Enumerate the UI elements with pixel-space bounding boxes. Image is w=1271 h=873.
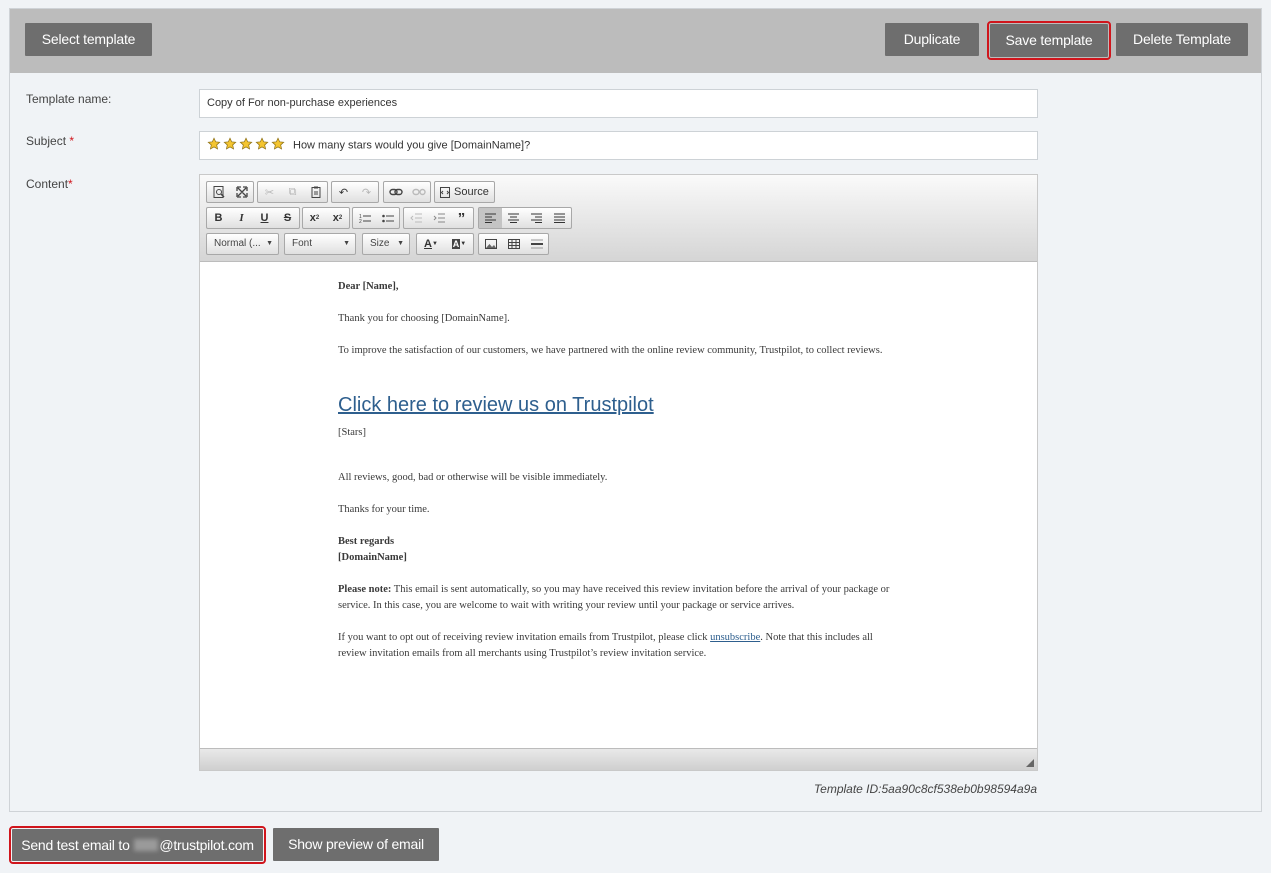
template-id: Template ID:5aa90c8cf538eb0b98594a9a xyxy=(813,782,1037,796)
toolbar-group-colors: A ▼ A ▼ xyxy=(416,233,474,255)
format-select[interactable]: Normal (... ▼ xyxy=(206,233,279,255)
thanks-time-line: Thanks for your time. xyxy=(338,504,430,515)
subscript-icon[interactable]: x2 xyxy=(303,208,326,228)
redacted-email xyxy=(134,839,159,851)
toolbar-group-source: Source xyxy=(434,181,495,203)
toolbar-group-clipboard: ✂ ⧉ xyxy=(257,181,328,203)
chevron-down-icon: ▼ xyxy=(397,240,404,247)
subject-label: Subject * xyxy=(26,134,75,148)
star-icon xyxy=(239,137,253,150)
review-cta-link[interactable]: Click here to review us on Trustpilot xyxy=(338,393,900,417)
star-icon xyxy=(271,137,285,150)
note-text: This email is sent automatically, so you… xyxy=(338,584,890,611)
stars-placeholder: [Stars] xyxy=(338,427,366,438)
template-editor-panel: Select template Duplicate Save template … xyxy=(9,8,1262,812)
strike-icon[interactable]: S xyxy=(276,208,299,228)
copy-icon[interactable]: ⧉ xyxy=(281,182,304,202)
font-select[interactable]: Font ▼ xyxy=(284,233,356,255)
blockquote-icon[interactable]: ” xyxy=(450,208,473,228)
show-preview-button[interactable]: Show preview of email xyxy=(273,828,439,861)
chevron-down-icon: ▼ xyxy=(266,240,273,247)
superscript-icon[interactable]: x2 xyxy=(326,208,349,228)
toolbar-group-links xyxy=(383,181,431,203)
chevron-down-icon: ▼ xyxy=(343,240,350,247)
align-center-icon[interactable] xyxy=(502,208,525,228)
image-icon[interactable] xyxy=(479,234,502,254)
source-button[interactable]: Source xyxy=(435,182,494,202)
star-icon xyxy=(255,137,269,150)
star-icon xyxy=(223,137,237,150)
toolbar-group-insert xyxy=(478,233,549,255)
note-label: Please note: xyxy=(338,584,392,595)
signoff-domain: [DomainName] xyxy=(338,552,407,563)
select-template-button[interactable]: Select template xyxy=(25,23,152,56)
source-label: Source xyxy=(454,186,489,198)
toolbar-group-lists: 12 xyxy=(352,207,400,229)
optout-paragraph: If you want to opt out of receiving revi… xyxy=(338,632,873,659)
cut-icon[interactable]: ✂ xyxy=(258,182,281,202)
numbered-list-icon[interactable]: 12 xyxy=(353,208,376,228)
subject-stars xyxy=(207,132,287,159)
star-icon xyxy=(207,137,221,150)
resize-grip-icon[interactable] xyxy=(1026,759,1034,767)
justify-icon[interactable] xyxy=(548,208,571,228)
size-select[interactable]: Size ▼ xyxy=(362,233,410,255)
signoff: Best regards xyxy=(338,536,395,547)
required-mark: * xyxy=(69,134,75,148)
template-name-input[interactable]: Copy of For non-purchase experiences xyxy=(199,89,1038,118)
save-template-button[interactable]: Save template xyxy=(987,21,1111,60)
maximize-icon[interactable] xyxy=(230,182,253,202)
toolbar-group-history: ↶ ↷ xyxy=(331,181,379,203)
subject-text: How many stars would you give [DomainNam… xyxy=(293,139,531,152)
unlink-icon[interactable] xyxy=(407,182,430,202)
bullet-list-icon[interactable] xyxy=(376,208,399,228)
toolbar-group-scripts: x2 x2 xyxy=(302,207,350,229)
bg-color-icon[interactable]: A ▼ xyxy=(445,234,473,254)
outdent-icon[interactable] xyxy=(404,208,427,228)
greeting: Dear [Name], xyxy=(338,281,399,292)
subject-input[interactable]: How many stars would you give [DomainNam… xyxy=(199,131,1038,160)
table-icon[interactable] xyxy=(502,234,525,254)
text-color-icon[interactable]: A ▼ xyxy=(417,234,445,254)
delete-template-button[interactable]: Delete Template xyxy=(1116,23,1248,56)
svg-text:2: 2 xyxy=(359,219,362,224)
toolbar-group-document xyxy=(206,181,254,203)
rich-text-editor: ✂ ⧉ ↶ ↷ Source B I U S x 2 x 2 1 2 ” Nor… xyxy=(199,174,1038,771)
link-icon[interactable] xyxy=(384,182,407,202)
indent-icon[interactable] xyxy=(427,208,450,228)
toolbar-group-basic-styles: B I U S xyxy=(206,207,300,229)
thanks-line: Thank you for choosing [DomainName]. xyxy=(338,313,510,324)
preview-icon[interactable] xyxy=(207,182,230,202)
intro-paragraph: To improve the satisfaction of our custo… xyxy=(338,345,883,356)
underline-icon[interactable]: U xyxy=(253,208,276,228)
required-mark: * xyxy=(68,177,73,191)
undo-icon[interactable]: ↶ xyxy=(332,182,355,202)
source-icon xyxy=(440,186,450,198)
duplicate-button[interactable]: Duplicate xyxy=(885,23,979,56)
top-action-bar: Select template Duplicate Save template … xyxy=(10,9,1261,73)
redo-icon[interactable]: ↷ xyxy=(355,182,378,202)
italic-icon[interactable]: I xyxy=(230,208,253,228)
align-left-icon[interactable] xyxy=(479,208,502,228)
template-name-label: Template name: xyxy=(26,92,112,106)
visibility-line: All reviews, good, bad or otherwise will… xyxy=(338,472,608,483)
toolbar-group-align xyxy=(478,207,572,229)
unsubscribe-link[interactable]: unsubscribe xyxy=(710,632,760,643)
paste-icon[interactable] xyxy=(304,182,327,202)
editor-toolbar: ✂ ⧉ ↶ ↷ Source B I U S x 2 x 2 1 2 ” Nor… xyxy=(200,175,1037,262)
horizontal-rule-icon[interactable] xyxy=(525,234,548,254)
bold-icon[interactable]: B xyxy=(207,208,230,228)
send-test-email-button[interactable]: Send test email to @trustpilot.com xyxy=(9,826,266,864)
note-paragraph: Please note: This email is sent automati… xyxy=(338,582,900,614)
align-right-icon[interactable] xyxy=(525,208,548,228)
editor-content[interactable]: Dear [Name], Thank you for choosing [Dom… xyxy=(200,263,1037,749)
toolbar-group-blocks: ” xyxy=(403,207,474,229)
editor-statusbar xyxy=(200,748,1037,770)
content-label: Content* xyxy=(26,177,73,191)
